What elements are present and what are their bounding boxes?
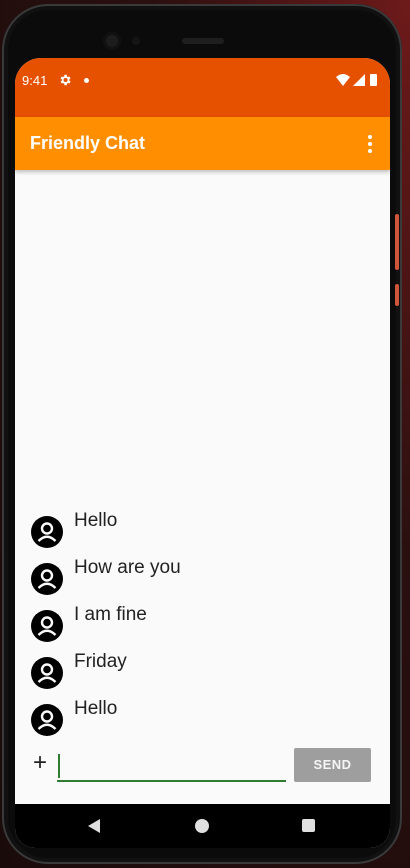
front-camera [103, 32, 121, 50]
message-text: Friday [74, 651, 127, 672]
notification-dot-icon [84, 78, 89, 83]
app-bar: Friendly Chat [15, 117, 390, 170]
message-input-wrapper [57, 750, 288, 782]
list-item: Hello [15, 508, 390, 552]
earpiece-speaker [182, 38, 224, 44]
menu-dot [368, 142, 372, 146]
menu-dot [368, 149, 372, 153]
signal-icon [353, 74, 365, 86]
account-circle-icon [31, 563, 63, 595]
system-nav-bar [15, 804, 390, 848]
sensor [132, 37, 140, 45]
add-button[interactable]: + [33, 751, 47, 775]
app-screen: 9:41 Friendly Chat Hello How are you I a… [15, 58, 390, 848]
volume-button [395, 214, 399, 270]
message-text: Hello [74, 698, 118, 719]
menu-dot [368, 135, 372, 139]
account-circle-icon [31, 516, 63, 548]
phone-frame: 9:41 Friendly Chat Hello How are you I a… [2, 4, 402, 864]
account-circle-icon [31, 704, 63, 736]
account-circle-icon [31, 610, 63, 642]
wifi-icon [336, 74, 350, 86]
message-text: How are you [74, 557, 181, 578]
battery-icon [370, 74, 377, 86]
status-time: 9:41 [22, 73, 48, 88]
message-text: I am fine [74, 604, 147, 625]
recents-icon[interactable] [302, 819, 315, 832]
power-button [395, 284, 399, 306]
list-item: How are you [15, 555, 390, 599]
message-composer: + SEND [15, 744, 390, 792]
app-title: Friendly Chat [30, 133, 146, 153]
back-icon[interactable] [87, 818, 101, 834]
status-icons [336, 74, 377, 86]
list-item: I am fine [15, 602, 390, 646]
message-input[interactable] [57, 750, 288, 780]
status-bar: 9:41 [15, 58, 390, 117]
send-button[interactable]: SEND [294, 748, 371, 782]
more-vert-icon[interactable] [358, 131, 382, 157]
list-item: Friday [15, 649, 390, 693]
home-icon[interactable] [195, 819, 209, 833]
account-circle-icon [31, 657, 63, 689]
list-item: Hello [15, 696, 390, 740]
text-caret [58, 754, 60, 778]
message-text: Hello [74, 510, 118, 531]
gear-icon [60, 74, 71, 86]
